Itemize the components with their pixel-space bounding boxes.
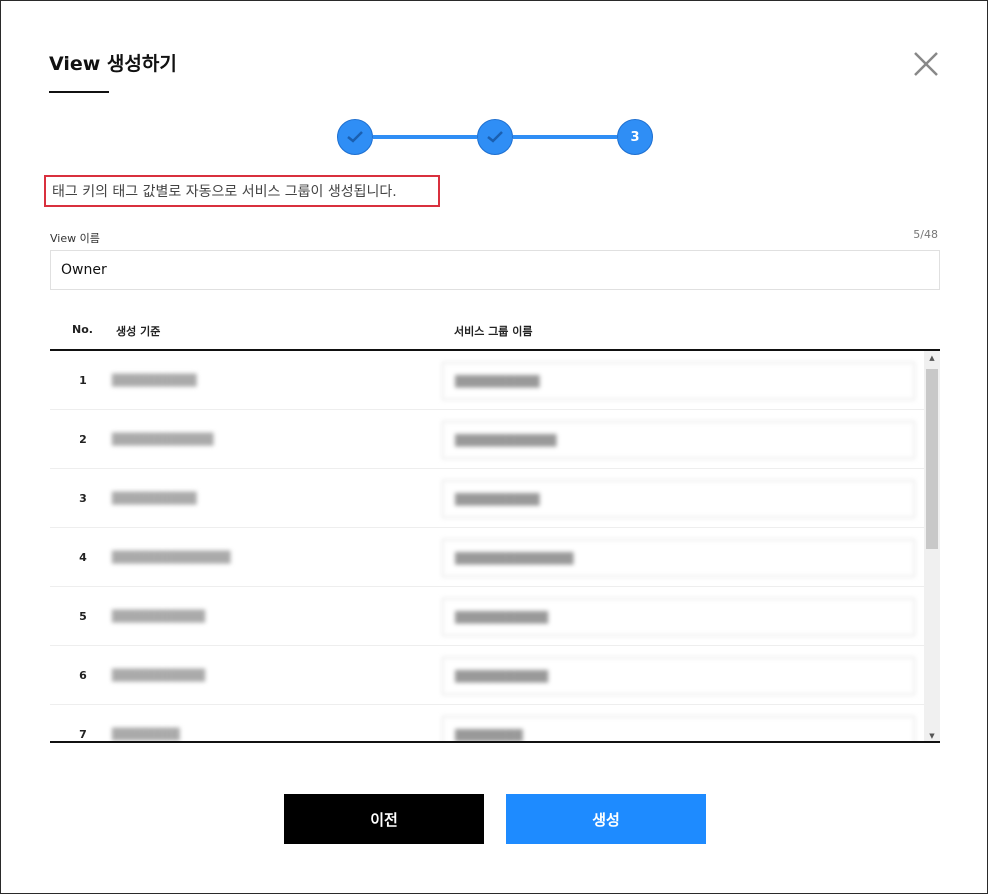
row-number: 2	[79, 433, 87, 446]
view-name-count: 5/48	[913, 228, 938, 241]
stepper: 3	[337, 119, 653, 155]
table-row: 3 ██████████	[50, 469, 924, 528]
group-name-input[interactable]	[442, 657, 915, 695]
table-scrollbar[interactable]: ▲ ▼	[924, 351, 940, 741]
group-name-input[interactable]	[442, 598, 915, 636]
row-number: 5	[79, 610, 87, 623]
step-2	[477, 119, 513, 155]
header-no: No.	[72, 323, 93, 336]
row-criteria: ████████████	[112, 433, 214, 446]
table-row: 2 ████████████	[50, 410, 924, 469]
scroll-thumb[interactable]	[926, 369, 938, 549]
create-view-dialog: View 생성하기 3 태그 키의 태그 값별로 자동으로 서비스 그룹이 생성…	[0, 0, 988, 894]
scroll-up-icon[interactable]: ▲	[924, 351, 940, 365]
table-row: 6 ███████████	[50, 646, 924, 705]
row-criteria: ███████████	[112, 610, 206, 623]
row-criteria: ███████████	[112, 669, 206, 682]
group-name-input[interactable]	[442, 539, 915, 577]
row-criteria: ██████████	[112, 492, 197, 505]
row-criteria: ████████	[112, 728, 180, 741]
row-number: 1	[79, 374, 87, 387]
create-button[interactable]: 생성	[506, 794, 706, 844]
table-row: 1 ██████████	[50, 351, 924, 410]
view-name-label: View 이름	[50, 232, 100, 245]
step-connector	[513, 135, 617, 139]
group-name-input[interactable]	[442, 716, 915, 741]
group-name-input[interactable]	[442, 421, 915, 459]
group-name-input[interactable]	[442, 480, 915, 518]
row-number: 4	[79, 551, 87, 564]
step-3: 3	[617, 119, 653, 155]
view-name-input[interactable]	[50, 250, 940, 290]
table-row: 5 ███████████	[50, 587, 924, 646]
group-name-input[interactable]	[442, 362, 915, 400]
header-criteria: 생성 기준	[116, 325, 161, 338]
dialog-title: View 생성하기	[49, 53, 177, 75]
check-icon	[347, 131, 363, 143]
table-body: 1 ██████████ 2 ████████████ 3 ██████████…	[50, 351, 940, 743]
close-icon[interactable]	[909, 49, 941, 81]
row-number: 3	[79, 492, 87, 505]
notice-text: 태그 키의 태그 값별로 자동으로 서비스 그룹이 생성됩니다.	[44, 175, 440, 207]
step-1	[337, 119, 373, 155]
scroll-down-icon[interactable]: ▼	[924, 729, 940, 741]
check-icon	[487, 131, 503, 143]
row-criteria: ██████████████	[112, 551, 231, 564]
row-criteria: ██████████	[112, 374, 197, 387]
table-header: No. 생성 기준 서비스 그룹 이름	[50, 313, 940, 351]
row-number: 6	[79, 669, 87, 682]
step-connector	[373, 135, 477, 139]
header-group-name: 서비스 그룹 이름	[454, 325, 533, 338]
title-underline	[49, 91, 109, 93]
row-number: 7	[79, 728, 87, 741]
table-row: 7 ████████	[50, 705, 924, 741]
table-row: 4 ██████████████	[50, 528, 924, 587]
prev-button[interactable]: 이전	[284, 794, 484, 844]
